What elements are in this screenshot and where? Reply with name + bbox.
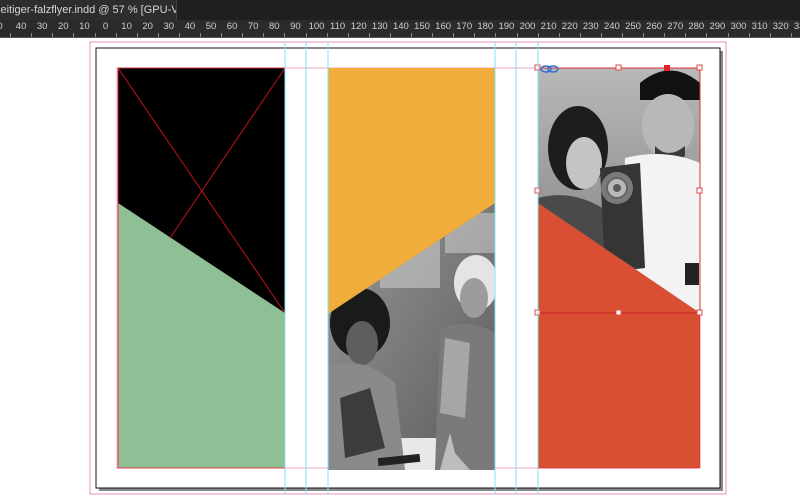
ruler-label: 200 — [519, 21, 536, 32]
ruler-tick-mark — [727, 33, 729, 37]
ruler-tick-mark — [221, 33, 223, 37]
ruler-tick-mark — [600, 33, 602, 37]
ruler-tick-mark — [305, 33, 307, 37]
ruler-tick-mark — [200, 33, 201, 37]
ruler-label: 20 — [142, 21, 153, 32]
ruler-tick-mark — [389, 33, 391, 37]
ruler-label: 40 — [184, 21, 196, 32]
ruler-label: 110 — [330, 21, 346, 32]
ruler-tick-mark — [790, 33, 792, 37]
ruler-label: 120 — [350, 21, 367, 32]
ruler-tick-mark — [368, 33, 370, 37]
document-tab-title: seitiger-falzflyer.indd @ 57 % [GPU-Vors… — [0, 4, 176, 16]
ruler-label: 100 — [308, 21, 325, 32]
left-panel[interactable] — [117, 67, 286, 469]
ruler-label: 280 — [688, 21, 705, 32]
document-tab-bar: seitiger-falzflyer.indd @ 57 % [GPU-Vors… — [0, 0, 800, 20]
corner-option-handle[interactable] — [664, 65, 670, 71]
ruler-tick-mark — [136, 33, 138, 37]
ruler-label: 330 — [793, 21, 800, 32]
ruler-tick-mark — [748, 33, 750, 37]
ruler-tick-mark — [579, 33, 581, 37]
ruler-tick-mark — [411, 33, 412, 37]
ruler-tick-mark — [10, 33, 12, 37]
ruler-label: 190 — [498, 21, 515, 32]
ruler-label: 230 — [582, 21, 599, 32]
ruler-label: 0 — [0, 20, 3, 34]
ruler-label: 260 — [646, 21, 663, 32]
ruler-label: 60 — [226, 21, 238, 32]
ruler-tick-mark — [495, 33, 497, 37]
ruler-label: 240 — [603, 21, 620, 32]
ruler-label: 40 — [15, 21, 27, 32]
ruler-tick-mark — [537, 33, 539, 37]
ruler-tick-mark — [622, 33, 623, 37]
ruler-tick-mark — [178, 33, 180, 37]
ruler-label: 170 — [456, 21, 473, 32]
ruler-tick-mark — [115, 33, 117, 37]
ruler-tick-mark — [284, 33, 286, 37]
ruler-label: 140 — [392, 21, 409, 32]
ruler-label: 50 — [205, 21, 217, 32]
ruler-label: 150 — [414, 21, 430, 32]
document-tab[interactable]: seitiger-falzflyer.indd @ 57 % [GPU-Vors… — [0, 0, 177, 20]
ruler-label: 220 — [561, 21, 578, 32]
ruler-tick-mark — [157, 33, 159, 37]
ruler-tick-mark — [516, 33, 518, 37]
ruler-label: 90 — [290, 21, 301, 32]
ruler-label: 300 — [730, 21, 747, 32]
ruler-label: 10 — [121, 21, 132, 32]
ruler-tick-mark — [453, 33, 455, 37]
ruler-label: 250 — [625, 21, 641, 32]
ruler-tick-mark — [769, 33, 771, 37]
ruler-tick-mark — [643, 33, 645, 37]
ruler-tick-mark — [326, 33, 328, 37]
ruler-tick-mark — [263, 33, 265, 37]
ruler-label: 30 — [163, 21, 175, 32]
ruler-tick-mark — [664, 33, 666, 37]
ruler-tick-mark — [474, 33, 476, 37]
ruler-label: 290 — [709, 21, 726, 32]
ruler-tick-mark — [94, 33, 96, 37]
ruler-label: 10 — [79, 21, 90, 32]
ruler-tick-mark — [558, 33, 560, 37]
ruler-label: 30 — [36, 21, 48, 32]
ruler-tick-mark — [52, 33, 54, 37]
ruler-label: 180 — [477, 21, 494, 32]
ruler-tick-mark — [685, 33, 687, 37]
middle-panel[interactable] — [328, 68, 498, 470]
document-canvas[interactable] — [0, 38, 800, 500]
ruler-label: 0 — [102, 21, 109, 32]
ruler-tick-mark — [347, 33, 349, 37]
ruler-tick-mark — [73, 33, 75, 37]
ruler-label: 310 — [751, 21, 768, 32]
ruler-label: 80 — [269, 21, 280, 32]
horizontal-ruler[interactable]: 0403020100102030405060708090100110120130… — [0, 20, 800, 38]
ruler-label: 70 — [247, 21, 259, 32]
ruler-tick-mark — [706, 33, 708, 37]
ruler-label: 210 — [540, 21, 557, 32]
ruler-label: 130 — [371, 21, 388, 32]
ruler-label: 270 — [667, 21, 684, 32]
ruler-label: 160 — [435, 21, 452, 32]
ruler-label: 20 — [58, 21, 69, 32]
right-panel[interactable] — [534, 64, 703, 469]
ruler-label: 320 — [772, 21, 789, 32]
ruler-tick-mark — [432, 33, 434, 37]
ruler-tick-mark — [31, 33, 33, 37]
ruler-tick-mark — [242, 33, 244, 37]
